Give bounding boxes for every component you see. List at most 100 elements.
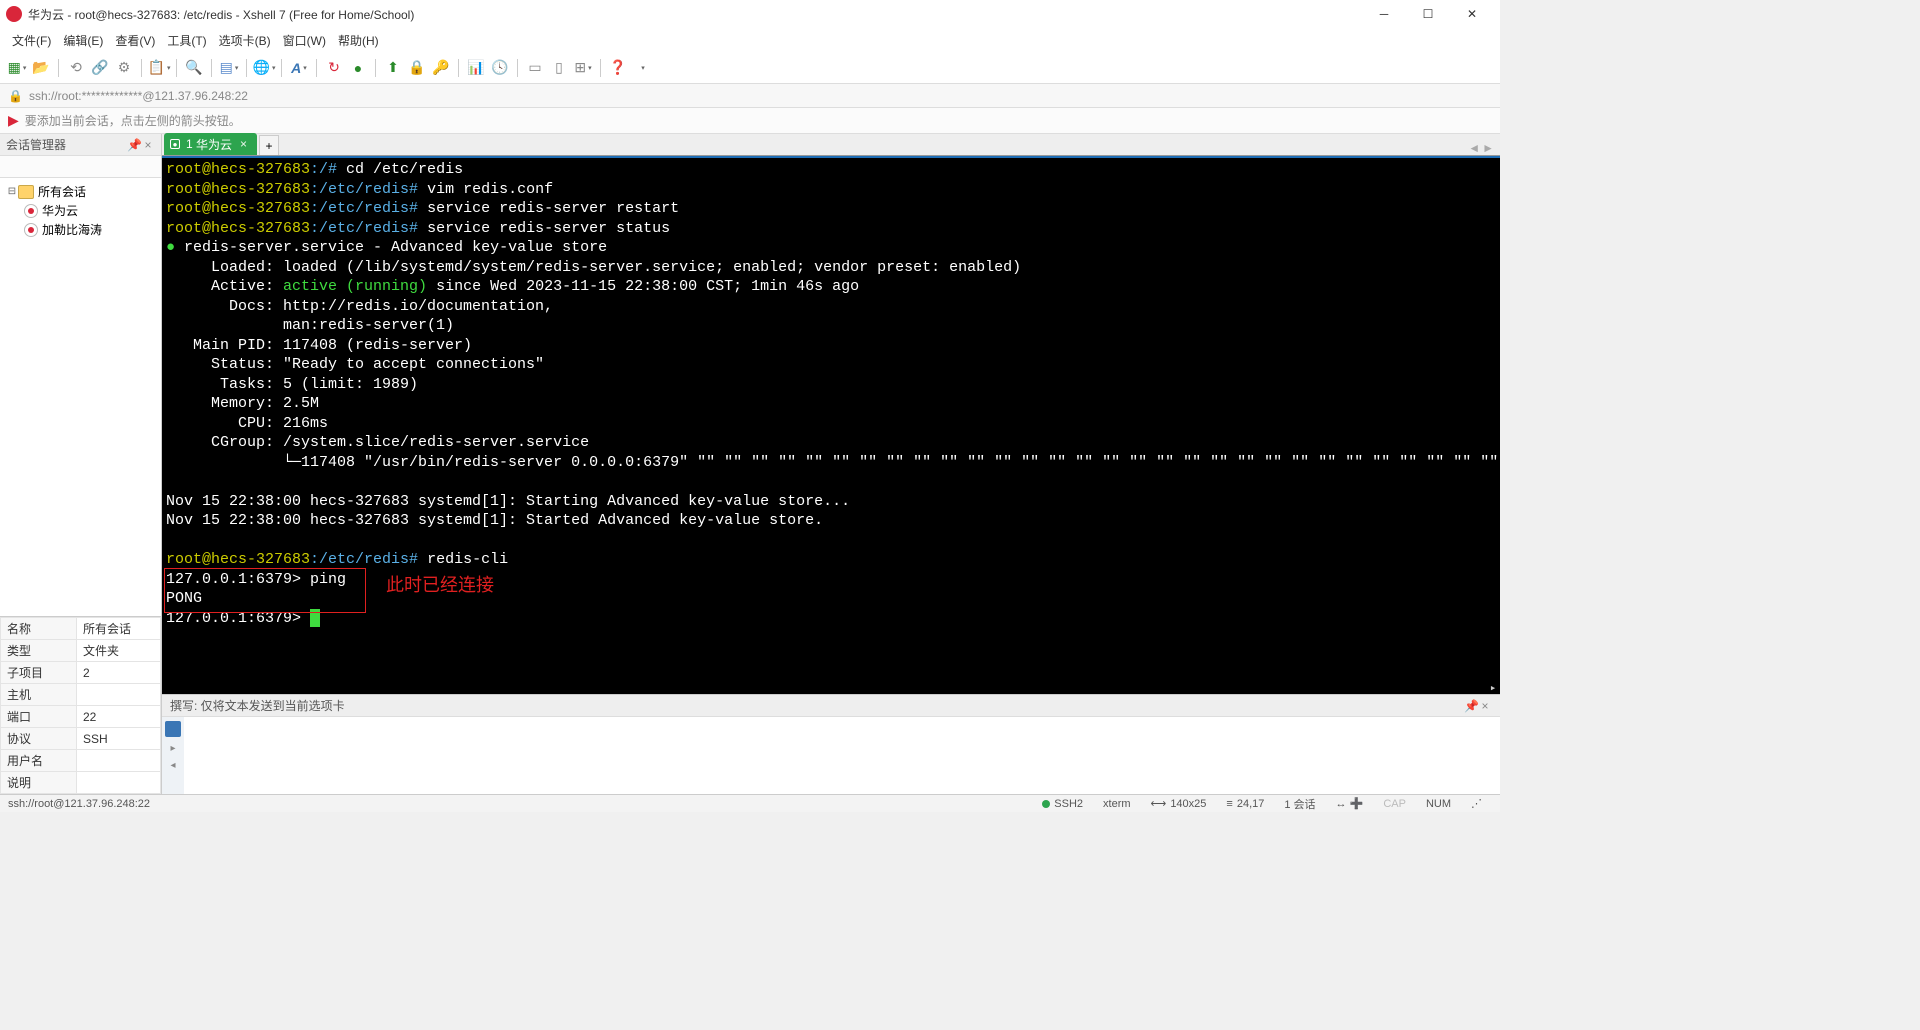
layout1-button[interactable]: ▭	[524, 57, 546, 79]
prop-sub-value: 2	[77, 662, 161, 684]
lock-icon: 🔒	[8, 89, 23, 103]
prop-user-label: 用户名	[1, 750, 77, 772]
tree-item-label: 加勒比海涛	[42, 221, 102, 238]
session-tree[interactable]: ⊟ 所有会话 华为云 加勒比海涛	[0, 178, 161, 616]
compose-area: ▸ ◂	[162, 716, 1500, 794]
tree-root[interactable]: ⊟ 所有会话	[2, 182, 159, 201]
new-session-button[interactable]: ▦▾	[6, 57, 28, 79]
copy-button[interactable]: 📋▾	[148, 57, 170, 79]
font-button[interactable]: A▾	[288, 57, 310, 79]
session-manager-title: 会话管理器	[6, 136, 127, 153]
refresh-button[interactable]: ↻	[323, 57, 345, 79]
prop-user-value	[77, 750, 161, 772]
status-pos: ≡ 24,17	[1216, 798, 1274, 810]
layout3-button[interactable]: ⊞▾	[572, 57, 594, 79]
session-search-input[interactable]	[0, 160, 167, 174]
status-tray: ↔ ➕	[1326, 797, 1374, 810]
tree-item-caribbean[interactable]: 加勒比海涛	[2, 220, 159, 239]
prop-host-value	[77, 684, 161, 706]
session-search: 🔍	[0, 156, 161, 178]
prop-proto-label: 协议	[1, 728, 77, 750]
find-button[interactable]: 🔍	[183, 57, 205, 79]
stats-button[interactable]: 📊	[465, 57, 487, 79]
compose-send-button[interactable]	[165, 721, 181, 737]
prop-name-value: 所有会话	[77, 618, 161, 640]
prop-type-value: 文件夹	[77, 640, 161, 662]
prop-proto-value: SSH	[77, 728, 161, 750]
prop-desc-label: 说明	[1, 772, 77, 794]
titlebar: 华为云 - root@hecs-327683: /etc/redis - Xsh…	[0, 0, 1500, 28]
status-dot-icon	[1042, 800, 1050, 808]
globe-button[interactable]: 🌐▾	[253, 57, 275, 79]
history-button[interactable]: 🕓	[489, 57, 511, 79]
session-manager-header: 会话管理器 📌 ×	[0, 134, 161, 156]
disconnect-button[interactable]: 🔗	[89, 57, 111, 79]
compose-history-next-button[interactable]: ▸	[170, 743, 175, 754]
prop-host-label: 主机	[1, 684, 77, 706]
tab-huawei[interactable]: ● 1 华为云 ×	[164, 133, 257, 155]
terminal[interactable]: root@hecs-327683:/# cd /etc/redis root@h…	[162, 156, 1500, 694]
layout2-button[interactable]: ▯	[548, 57, 570, 79]
prop-type-label: 类型	[1, 640, 77, 662]
status-sessions: 1 会话	[1274, 796, 1325, 812]
view-button[interactable]: ▤▾	[218, 57, 240, 79]
session-icon	[24, 204, 38, 218]
prop-sub-label: 子项目	[1, 662, 77, 684]
status-term: xterm	[1093, 798, 1141, 810]
menu-tools[interactable]: 工具(T)	[161, 29, 212, 52]
menu-window[interactable]: 窗口(W)	[277, 29, 332, 52]
prop-port-value: 22	[77, 706, 161, 728]
status-size: ⟷ 140x25	[1141, 797, 1217, 810]
flag-icon: ▶	[8, 112, 19, 129]
session-icon	[24, 223, 38, 237]
address-bar[interactable]: 🔒 ssh://root:*************@121.37.96.248…	[0, 84, 1500, 108]
tab-next-button[interactable]: ►	[1482, 141, 1494, 155]
menu-edit[interactable]: 编辑(E)	[57, 29, 109, 52]
tab-num: 1	[186, 137, 193, 151]
tab-close-button[interactable]: ×	[240, 137, 247, 151]
tree-root-label: 所有会话	[38, 183, 86, 200]
annotation-text: 此时已经连接	[386, 576, 494, 596]
status-ssh: SSH2	[1032, 798, 1093, 810]
tree-item-huawei[interactable]: 华为云	[2, 201, 159, 220]
hint-bar: ▶ 要添加当前会话，点击左侧的箭头按钮。	[0, 108, 1500, 134]
statusbar: ssh://root@121.37.96.248:22 SSH2 xterm ⟷…	[0, 794, 1500, 812]
compose-close-button[interactable]: ×	[1478, 699, 1492, 713]
scroll-indicator-icon: ▸	[1486, 680, 1500, 694]
help-button[interactable]: ❓	[607, 57, 629, 79]
menu-tabs[interactable]: 选项卡(B)	[213, 29, 277, 52]
properties-button[interactable]: ⚙	[113, 57, 135, 79]
status-resize-grip[interactable]: ⋰	[1461, 797, 1492, 810]
compose-pin-button[interactable]: 📌	[1464, 699, 1478, 713]
panel-close-button[interactable]: ×	[141, 138, 155, 152]
prop-name-label: 名称	[1, 618, 77, 640]
tab-prev-button[interactable]: ◄	[1468, 141, 1480, 155]
add-tab-button[interactable]: +	[259, 135, 279, 155]
upload-button[interactable]: ⬆	[382, 57, 404, 79]
close-button[interactable]: ✕	[1450, 0, 1494, 28]
app-icon	[6, 6, 22, 22]
menubar: 文件(F) 编辑(E) 查看(V) 工具(T) 选项卡(B) 窗口(W) 帮助(…	[0, 28, 1500, 52]
status-num: NUM	[1416, 798, 1461, 810]
key-button[interactable]: 🔑	[430, 57, 452, 79]
lock-button[interactable]: 🔒	[406, 57, 428, 79]
address-text: ssh://root:*************@121.37.96.248:2…	[29, 89, 248, 103]
compose-history-prev-button[interactable]: ◂	[170, 760, 175, 771]
reconnect-button[interactable]: ⟲	[65, 57, 87, 79]
record-button[interactable]: ●	[347, 57, 369, 79]
tab-label: 华为云	[196, 136, 232, 153]
tab-status-icon: ●	[170, 139, 180, 149]
compose-input[interactable]	[184, 717, 1500, 794]
status-cap: CAP	[1373, 798, 1416, 810]
more-button[interactable]: ▾	[631, 57, 653, 79]
status-connection: ssh://root@121.37.96.248:22	[8, 798, 1032, 810]
menu-view[interactable]: 查看(V)	[109, 29, 161, 52]
menu-file[interactable]: 文件(F)	[6, 29, 57, 52]
toolbar: ▦▾ 📂 ⟲ 🔗 ⚙ 📋▾ 🔍 ▤▾ 🌐▾ A▾ ↻ ● ⬆ 🔒 🔑 📊 🕓 ▭…	[0, 52, 1500, 84]
minimize-button[interactable]: ─	[1362, 0, 1406, 28]
open-button[interactable]: 📂	[30, 57, 52, 79]
maximize-button[interactable]: ☐	[1406, 0, 1450, 28]
folder-icon	[18, 185, 34, 199]
panel-pin-button[interactable]: 📌	[127, 138, 141, 152]
menu-help[interactable]: 帮助(H)	[332, 29, 385, 52]
